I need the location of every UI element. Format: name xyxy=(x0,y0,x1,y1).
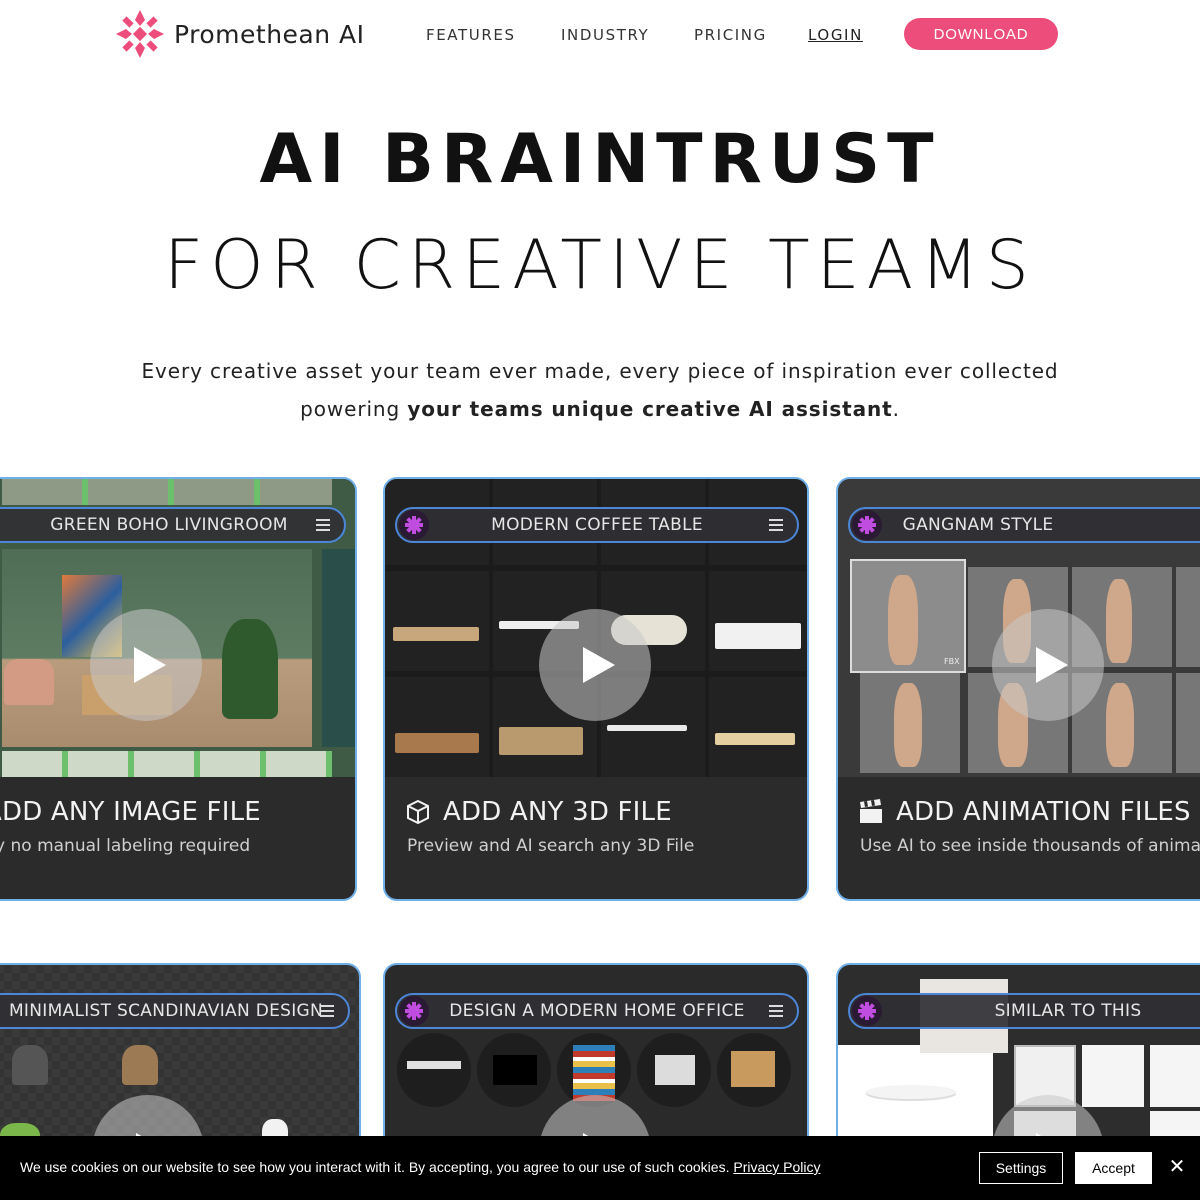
mannequin xyxy=(894,683,922,767)
gem-glyph xyxy=(405,516,423,534)
tagline-suffix: . xyxy=(892,397,900,421)
armchair xyxy=(4,659,54,705)
feature-card-scandinavian[interactable]: MINIMALIST SCANDINAVIAN DESIGN xyxy=(0,963,361,1163)
card-pill[interactable]: MODERN COFFEE TABLE xyxy=(395,507,799,543)
play-button[interactable] xyxy=(539,609,651,721)
card-pill[interactable]: MINIMALIST SCANDINAVIAN DESIGN xyxy=(0,993,350,1029)
play-button[interactable] xyxy=(90,609,202,721)
pill-label: DESIGN A MODERN HOME OFFICE xyxy=(449,1001,745,1021)
menu-icon[interactable] xyxy=(316,519,330,531)
card-pill[interactable]: GANGNAM STYLE xyxy=(848,507,1200,543)
nav-pricing[interactable]: PRICING xyxy=(694,26,767,44)
reference-table xyxy=(866,1085,956,1099)
tagline-bold: your teams unique creative AI assistant xyxy=(407,397,893,421)
feature-card-3d[interactable]: MODERN COFFEE TABLE ADD ANY 3D FILE Prev… xyxy=(383,477,809,901)
card-title-text: ADD ANY IMAGE FILE xyxy=(0,797,261,827)
brand-name: Promethean AI xyxy=(174,19,365,49)
monitor-thumb xyxy=(493,1055,537,1085)
nav-features[interactable]: FEATURES xyxy=(426,26,516,44)
card-desc: Preview and AI search any 3D File xyxy=(407,836,695,856)
tablet-thumb xyxy=(655,1055,695,1085)
privacy-policy-link[interactable]: Privacy Policy xyxy=(733,1159,820,1175)
card-title: ADD ANY 3D FILE xyxy=(405,797,672,827)
pill-label: MODERN COFFEE TABLE xyxy=(491,515,703,535)
promethean-flower-icon xyxy=(116,10,164,58)
table-thumb xyxy=(715,733,795,745)
chair-thumb xyxy=(122,1045,158,1085)
gem-glyph xyxy=(858,1002,876,1020)
card-pill[interactable]: DESIGN A MODERN HOME OFFICE xyxy=(395,993,799,1029)
promethean-gem-icon xyxy=(399,510,429,540)
card-title-text: ADD ANY 3D FILE xyxy=(443,797,672,827)
office-thumb xyxy=(397,1033,471,1107)
books-thumb xyxy=(573,1045,615,1101)
menu-icon[interactable] xyxy=(320,1005,334,1017)
table-thumb xyxy=(715,623,801,649)
feature-card-similar[interactable]: SIMILAR TO THIS xyxy=(836,963,1200,1163)
card-desc: Absolutely no manual labeling required xyxy=(0,836,251,856)
menu-icon[interactable] xyxy=(769,1005,783,1017)
gem-glyph xyxy=(405,1002,423,1020)
anim-thumb xyxy=(1176,673,1200,773)
promethean-gem-icon xyxy=(852,996,882,1026)
hero-subtitle: FOR CREATIVE TEAMS xyxy=(164,226,1036,305)
gem-glyph xyxy=(858,516,876,534)
card-title: ADD ANIMATION FILES xyxy=(858,797,1191,827)
result-thumb xyxy=(1150,1045,1200,1107)
thumb-strip xyxy=(2,751,332,777)
table-thumb xyxy=(393,627,479,641)
anim-thumb xyxy=(1176,567,1200,667)
table-thumb xyxy=(395,733,479,753)
brand-logo[interactable]: Promethean AI xyxy=(114,8,365,60)
side-photo xyxy=(322,549,355,747)
corkboard-thumb xyxy=(731,1051,775,1087)
tagline-prefix: powering xyxy=(300,397,408,421)
mannequin xyxy=(1106,683,1134,767)
hero-title: AI BRAINTRUST xyxy=(259,120,941,199)
chair-thumb xyxy=(12,1045,48,1085)
cookie-accept-button[interactable]: Accept xyxy=(1075,1152,1152,1184)
mannequin xyxy=(888,575,918,665)
promethean-gem-icon xyxy=(852,510,882,540)
plant xyxy=(222,619,278,719)
mannequin xyxy=(1106,579,1132,663)
table-thumb xyxy=(499,727,583,755)
pill-label: MINIMALIST SCANDINAVIAN DESIGN xyxy=(8,1001,324,1021)
feature-card-home-office[interactable]: DESIGN A MODERN HOME OFFICE xyxy=(383,963,809,1163)
cookie-message: We use cookies on our website to see how… xyxy=(20,1159,821,1175)
hero-tagline: Every creative asset your team ever made… xyxy=(100,352,1100,428)
clapperboard-icon xyxy=(860,799,882,823)
pill-label: GREEN BOHO LIVINGROOM xyxy=(50,515,288,535)
card-pill[interactable]: GREEN BOHO LIVINGROOM xyxy=(0,507,346,543)
card-title-text: ADD ANIMATION FILES xyxy=(896,797,1191,827)
tagline-line1: Every creative asset your team ever made… xyxy=(141,359,1059,383)
feature-card-animation[interactable]: FBX GANGNAM STYLE ADD ANIMATION FILES Us… xyxy=(836,477,1200,901)
top-strip xyxy=(2,479,332,505)
cookie-settings-button[interactable]: Settings xyxy=(979,1152,1063,1184)
nav-login[interactable]: LOGIN xyxy=(808,26,863,44)
pill-label: SIMILAR TO THIS xyxy=(994,1001,1142,1021)
desk-thumb xyxy=(407,1061,461,1069)
download-button[interactable]: DOWNLOAD xyxy=(904,18,1058,50)
feature-card-image[interactable]: GREEN BOHO LIVINGROOM ADD ANY IMAGE FILE… xyxy=(0,477,357,901)
top-nav: Promethean AI FEATURES INDUSTRY PRICING … xyxy=(0,0,1200,70)
play-button[interactable] xyxy=(992,609,1104,721)
cube-icon xyxy=(407,799,429,825)
promethean-gem-icon xyxy=(399,996,429,1026)
menu-icon[interactable] xyxy=(769,519,783,531)
file-badge: FBX xyxy=(944,657,960,666)
nav-industry[interactable]: INDUSTRY xyxy=(561,26,649,44)
pill-label: GANGNAM STYLE xyxy=(902,515,1054,535)
table-thumb xyxy=(607,725,687,731)
result-thumb xyxy=(1082,1045,1144,1107)
cookie-text: We use cookies on our website to see how… xyxy=(20,1159,734,1175)
card-pill[interactable]: SIMILAR TO THIS xyxy=(848,993,1200,1029)
close-icon[interactable]: ✕ xyxy=(1166,1156,1188,1178)
card-title: ADD ANY IMAGE FILE xyxy=(0,797,261,827)
card-desc: Use AI to see inside thousands of animat… xyxy=(860,836,1200,856)
